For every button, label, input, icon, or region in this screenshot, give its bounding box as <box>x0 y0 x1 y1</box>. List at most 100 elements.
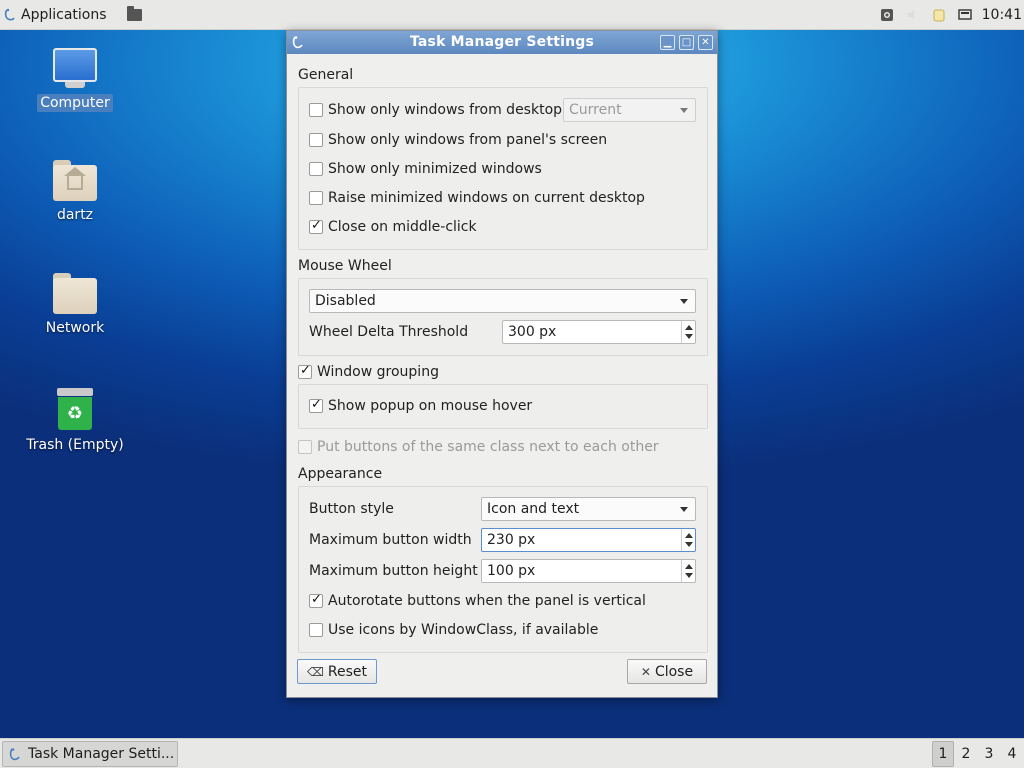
button-style-select[interactable]: Icon and text <box>481 497 696 521</box>
mouse-wheel-mode-select[interactable]: Disabled <box>309 289 696 313</box>
chevron-down-icon <box>680 108 688 113</box>
lxqt-logo-icon <box>9 748 20 761</box>
applications-menu-button[interactable]: Applications <box>0 0 113 30</box>
button-style-label: Button style <box>309 501 394 517</box>
task-manager-settings-dialog: Task Manager Settings ▁ □ ✕ General Show… <box>286 30 718 698</box>
raise-minimized-checkbox[interactable]: Raise minimized windows on current deskt… <box>309 188 645 208</box>
max-height-spinbox[interactable]: 100 px <box>481 559 696 583</box>
trash-icon: ♻ <box>57 388 93 430</box>
computer-icon <box>53 48 97 88</box>
folder-icon <box>53 273 97 314</box>
spin-down-icon[interactable] <box>685 542 693 547</box>
checkbox-label: Use icons by WindowClass, if available <box>328 622 599 638</box>
general-heading: General <box>298 67 354 83</box>
use-icons-checkbox[interactable]: Use icons by WindowClass, if available <box>309 620 598 640</box>
file-manager-launcher-icon[interactable] <box>126 5 142 21</box>
mouse-wheel-heading: Mouse Wheel <box>298 258 392 274</box>
close-window-button[interactable]: ✕ <box>698 35 713 50</box>
checkbox-label: Window grouping <box>317 364 439 380</box>
spin-down-icon[interactable] <box>685 334 693 339</box>
checkbox-box[interactable] <box>309 218 323 234</box>
checkbox-box[interactable] <box>309 162 323 176</box>
appearance-heading: Appearance <box>298 466 383 482</box>
screenshot-tray-icon[interactable] <box>880 8 894 22</box>
system-tray: 10:41 <box>874 0 1024 30</box>
wheel-threshold-label: Wheel Delta Threshold <box>309 324 469 340</box>
checkbox-box[interactable] <box>298 363 312 379</box>
checkbox-label: Raise minimized windows on current deskt… <box>328 190 645 206</box>
max-width-spinbox[interactable]: 230 px <box>481 528 696 552</box>
reset-button[interactable]: ⌫ Reset <box>297 659 377 684</box>
show-windows-desktop-checkbox[interactable]: Show only windows from desktop <box>309 100 562 120</box>
workspace-1-button[interactable]: 1 <box>932 741 954 767</box>
desktop-icon-trash[interactable]: ♻ Trash (Empty) <box>20 388 130 454</box>
checkbox-box[interactable] <box>309 133 323 147</box>
workspace-4-button[interactable]: 4 <box>1001 741 1023 767</box>
desktop-icon-computer[interactable]: Computer <box>20 48 130 112</box>
max-width-value: 230 px <box>487 532 536 548</box>
checkbox-box[interactable] <box>309 191 323 205</box>
checkbox-label: Show only windows from desktop <box>328 102 563 118</box>
max-height-label: Maximum button height <box>309 563 478 579</box>
spin-up-icon[interactable] <box>685 325 693 330</box>
desktop-icon-label: dartz <box>56 207 94 223</box>
max-height-value: 100 px <box>487 563 536 579</box>
checkbox-box[interactable] <box>298 440 312 454</box>
top-panel: Applications 10:41 <box>0 0 1024 30</box>
autorotate-checkbox[interactable]: Autorotate buttons when the panel is ver… <box>309 591 646 611</box>
button-style-value: Icon and text <box>487 501 580 517</box>
window-grouping-checkbox[interactable]: Window grouping <box>298 362 439 382</box>
applications-label: Applications <box>21 6 107 23</box>
checkbox-label: Put buttons of the same class next to ea… <box>317 439 659 455</box>
maximize-button[interactable]: □ <box>679 35 694 50</box>
desktop-icon-label: Network <box>45 320 105 336</box>
show-minimized-checkbox[interactable]: Show only minimized windows <box>309 159 542 179</box>
clock[interactable]: 10:41 <box>982 7 1022 23</box>
minimize-button[interactable]: ▁ <box>660 35 675 50</box>
desktop-select[interactable]: Current <box>563 98 696 122</box>
workspace-2-button[interactable]: 2 <box>955 741 977 767</box>
clear-icon: ⌫ <box>306 664 324 679</box>
checkbox-label: Show only windows from panel's screen <box>328 132 608 148</box>
taskbar-button-task-manager-settings[interactable]: Task Manager Setti... <box>2 741 178 767</box>
show-windows-screen-checkbox[interactable]: Show only windows from panel's screen <box>309 130 607 150</box>
checkbox-box[interactable] <box>309 592 323 608</box>
desktop-icon-label: Computer <box>37 94 113 112</box>
spin-up-icon[interactable] <box>685 533 693 538</box>
checkbox-label: Close on middle-click <box>328 219 477 235</box>
taskbar-button-label: Task Manager Setti... <box>28 746 175 762</box>
checkbox-box[interactable] <box>309 103 323 117</box>
checkbox-box[interactable] <box>309 623 323 637</box>
checkbox-box[interactable] <box>309 397 323 413</box>
wheel-threshold-value: 300 px <box>508 324 557 340</box>
close-button[interactable]: ✕ Close <box>627 659 707 684</box>
close-icon: ✕ <box>640 664 651 679</box>
chevron-down-icon <box>680 507 688 512</box>
dialog-title: Task Manager Settings <box>409 34 595 50</box>
checkbox-label: Autorotate buttons when the panel is ver… <box>328 593 646 609</box>
spin-arrows[interactable] <box>681 560 695 582</box>
spin-arrows[interactable] <box>681 529 695 551</box>
close-middle-click-checkbox[interactable]: Close on middle-click <box>309 217 477 237</box>
workspace-3-button[interactable]: 3 <box>978 741 1000 767</box>
volume-tray-icon[interactable] <box>906 8 920 22</box>
desktop-icon-network[interactable]: Network <box>20 273 130 337</box>
spin-arrows[interactable] <box>681 321 695 343</box>
mouse-wheel-mode-value: Disabled <box>315 293 376 309</box>
same-class-checkbox[interactable]: Put buttons of the same class next to ea… <box>298 437 659 457</box>
max-width-label: Maximum button width <box>309 532 472 548</box>
dialog-titlebar[interactable]: Task Manager Settings ▁ □ ✕ <box>287 31 717 54</box>
bottom-panel: Task Manager Setti... 1 2 3 4 <box>0 738 1024 768</box>
wheel-threshold-spinbox[interactable]: 300 px <box>502 320 696 344</box>
close-button-label: Close <box>654 663 694 680</box>
home-folder-icon <box>53 160 97 201</box>
desktop-icon-dartz[interactable]: dartz <box>20 160 130 224</box>
reset-button-label: Reset <box>327 663 368 680</box>
clipboard-tray-icon[interactable] <box>932 8 946 22</box>
popup-hover-checkbox[interactable]: Show popup on mouse hover <box>309 396 532 416</box>
spin-up-icon[interactable] <box>685 564 693 569</box>
spin-down-icon[interactable] <box>685 573 693 578</box>
display-tray-icon[interactable] <box>957 8 972 22</box>
desktop-icon-label: Trash (Empty) <box>26 437 124 453</box>
desktop-select-value: Current <box>569 102 622 118</box>
